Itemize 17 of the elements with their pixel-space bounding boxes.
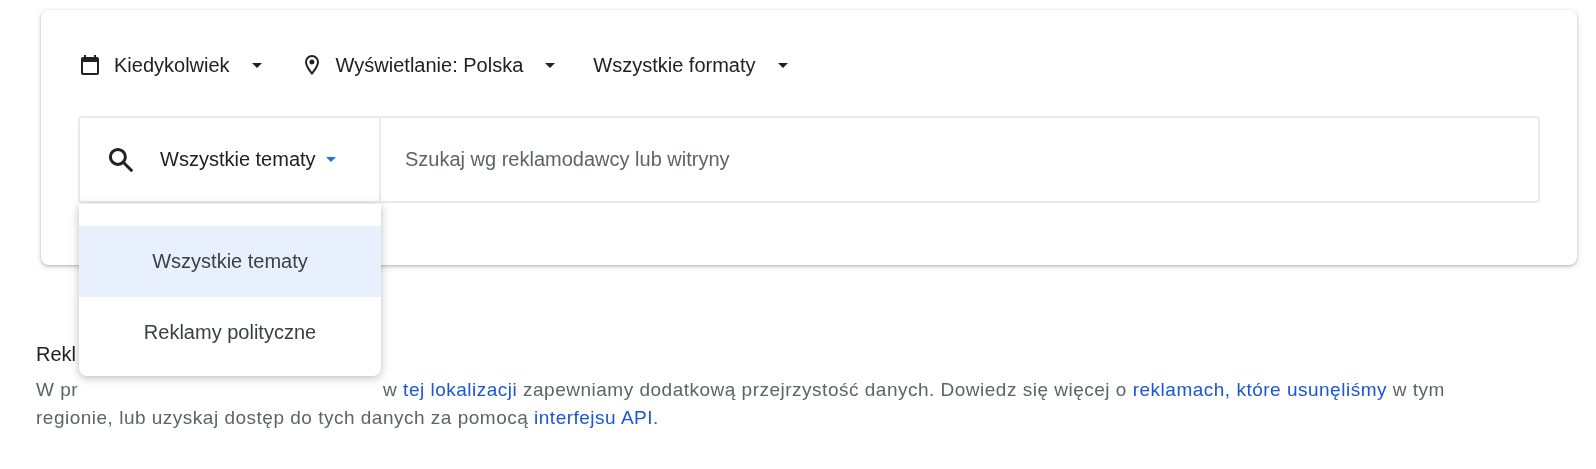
- link[interactable]: interfejsu API: [534, 407, 653, 428]
- filter-dropdown[interactable]: Wyświetlanie: Polska: [299, 53, 556, 77]
- link[interactable]: reklamach, które usunęliśmy: [1132, 379, 1387, 400]
- caret-icon: [777, 62, 788, 68]
- caret-icon: [545, 62, 556, 68]
- filter-dropdown[interactable]: Wszystkie formaty: [593, 53, 788, 77]
- caret-icon: [251, 62, 262, 68]
- menu-item[interactable]: Wszystkie tematy: [79, 226, 381, 297]
- notice-paragraph: W pr w tej lokalizacji zapewniamy dodatkową przejrzystość danych. Dowiedz się więcej o reklamach, które usunęliśmy w tym regionie, lub uzyskaj dostęp do tych danych za pomocą interfejsu API.: [36, 378, 1446, 430]
- filter-dropdown[interactable]: Kiedykolwiek: [78, 53, 262, 77]
- calendar-icon: [78, 53, 102, 77]
- topic-dropdown[interactable]: Wszystkie tematy: [160, 148, 336, 171]
- caret-icon: [325, 157, 336, 162]
- search-field[interactable]: Szukaj wg reklamodawcy lub witryny: [381, 116, 1540, 203]
- link[interactable]: tej lokalizacji: [403, 379, 518, 400]
- menu-item[interactable]: Reklamy polityczne: [79, 297, 381, 368]
- section-heading: Rekl: [36, 342, 77, 367]
